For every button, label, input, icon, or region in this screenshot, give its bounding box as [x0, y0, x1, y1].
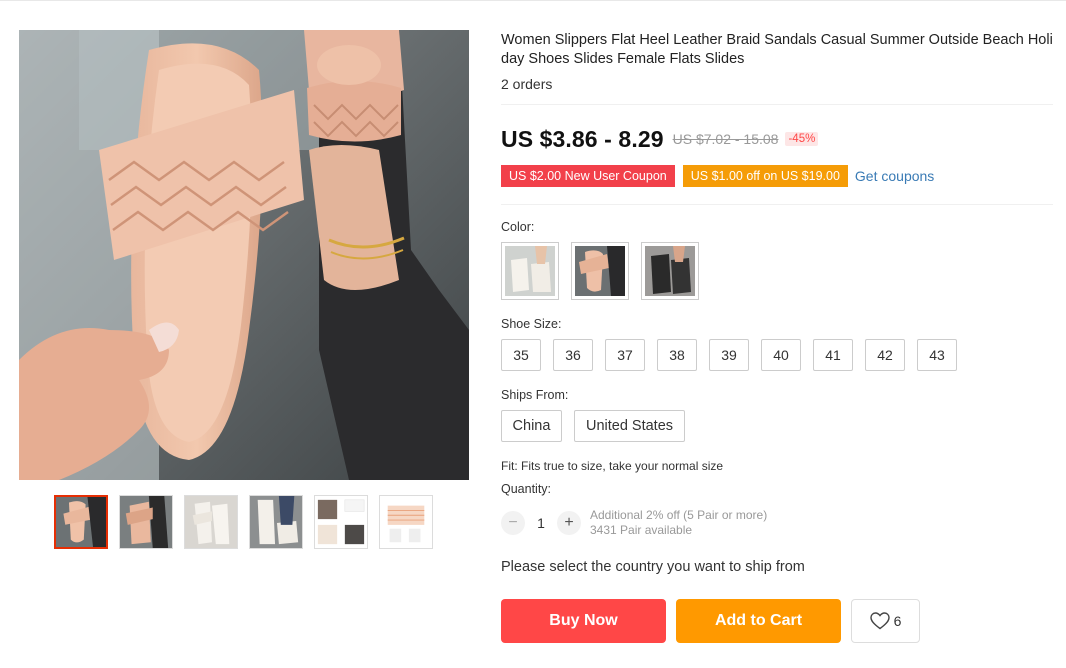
size-option-38[interactable]: 38	[657, 339, 697, 371]
discount-badge: -45%	[785, 132, 819, 146]
product-photo-illustration	[19, 30, 469, 480]
quantity-decrease-button[interactable]: −	[501, 511, 525, 535]
ships-from-label: Ships From:	[501, 388, 569, 402]
size-option-39[interactable]: 39	[709, 339, 749, 371]
color-option-white[interactable]	[501, 242, 559, 300]
new-user-coupon[interactable]: US $2.00 New User Coupon	[499, 165, 677, 187]
buy-now-button[interactable]: Buy Now	[501, 599, 666, 643]
quantity-stepper: − 1 + Additional 2% off (5 Pair or more)…	[501, 508, 767, 538]
fit-note: Fit: Fits true to size, take your normal…	[501, 459, 724, 473]
order-count: 2 orders	[501, 76, 553, 92]
size-option-40[interactable]: 40	[761, 339, 801, 371]
ship-option-china[interactable]: China	[501, 410, 562, 442]
quantity-note: Additional 2% off (5 Pair or more) 3431 …	[590, 508, 767, 538]
get-coupons-link[interactable]: Get coupons	[855, 168, 934, 184]
ship-option-united-states[interactable]: United States	[574, 410, 685, 442]
shoe-size-label: Shoe Size:	[501, 317, 562, 331]
white-slide-worn-photo-icon	[250, 496, 302, 548]
size-option-37[interactable]: 37	[605, 339, 645, 371]
top-divider	[0, 0, 1066, 1]
size-option-42[interactable]: 42	[865, 339, 905, 371]
white-slide-photo-icon	[185, 496, 237, 548]
heart-icon	[869, 612, 890, 630]
thumbnail-2[interactable]	[119, 495, 173, 549]
add-to-cart-button[interactable]: Add to Cart	[676, 599, 841, 643]
bulk-discount-note: Additional 2% off (5 Pair or more)	[590, 508, 768, 522]
quantity-label: Quantity:	[501, 482, 552, 496]
size-option-36[interactable]: 36	[553, 339, 593, 371]
color-option-pink[interactable]	[571, 242, 629, 300]
ship-from-prompt: Please select the country you want to sh…	[501, 559, 805, 575]
stock-available-note: 3431 Pair available	[590, 523, 693, 537]
size-chart-image-icon	[380, 496, 432, 548]
pink-slide-photo-icon	[56, 497, 106, 547]
size-option-35[interactable]: 35	[501, 339, 541, 371]
size-option-43[interactable]: 43	[917, 339, 957, 371]
color-label: Color:	[501, 220, 535, 234]
thumbnail-4[interactable]	[249, 495, 303, 549]
thumbnail-3[interactable]	[184, 495, 238, 549]
wishlist-button[interactable]: 6	[851, 599, 920, 643]
black-sandal-photo-icon	[645, 246, 695, 296]
price-row: US $3.86 - 8.29 US $7.02 - 15.08 -45%	[501, 124, 819, 154]
thumbnail-1[interactable]	[54, 495, 108, 549]
white-sandal-photo-icon	[505, 246, 555, 296]
coupon-row: US $2.00 New User Coupon US $1.00 off on…	[499, 165, 934, 187]
black-slide-photo-icon	[315, 496, 367, 548]
current-price: US $3.86 - 8.29	[501, 125, 664, 152]
quantity-input[interactable]: 1	[525, 515, 557, 531]
size-option-41[interactable]: 41	[813, 339, 853, 371]
main-product-image[interactable]	[19, 30, 469, 480]
store-coupon[interactable]: US $1.00 off on US $19.00	[680, 165, 851, 187]
title-divider	[501, 104, 1053, 105]
color-option-black[interactable]	[641, 242, 699, 300]
wishlist-count: 6	[893, 613, 902, 629]
product-title: Women Slippers Flat Heel Leather Braid S…	[501, 32, 1053, 67]
pink-slide-worn-photo-icon	[120, 496, 172, 548]
quantity-increase-button[interactable]: +	[557, 511, 581, 535]
thumbnail-5[interactable]	[314, 495, 368, 549]
coupon-divider	[501, 204, 1053, 205]
original-price: US $7.02 - 15.08	[672, 131, 779, 147]
thumbnail-6[interactable]	[379, 495, 433, 549]
pink-sandal-photo-icon	[575, 246, 625, 296]
